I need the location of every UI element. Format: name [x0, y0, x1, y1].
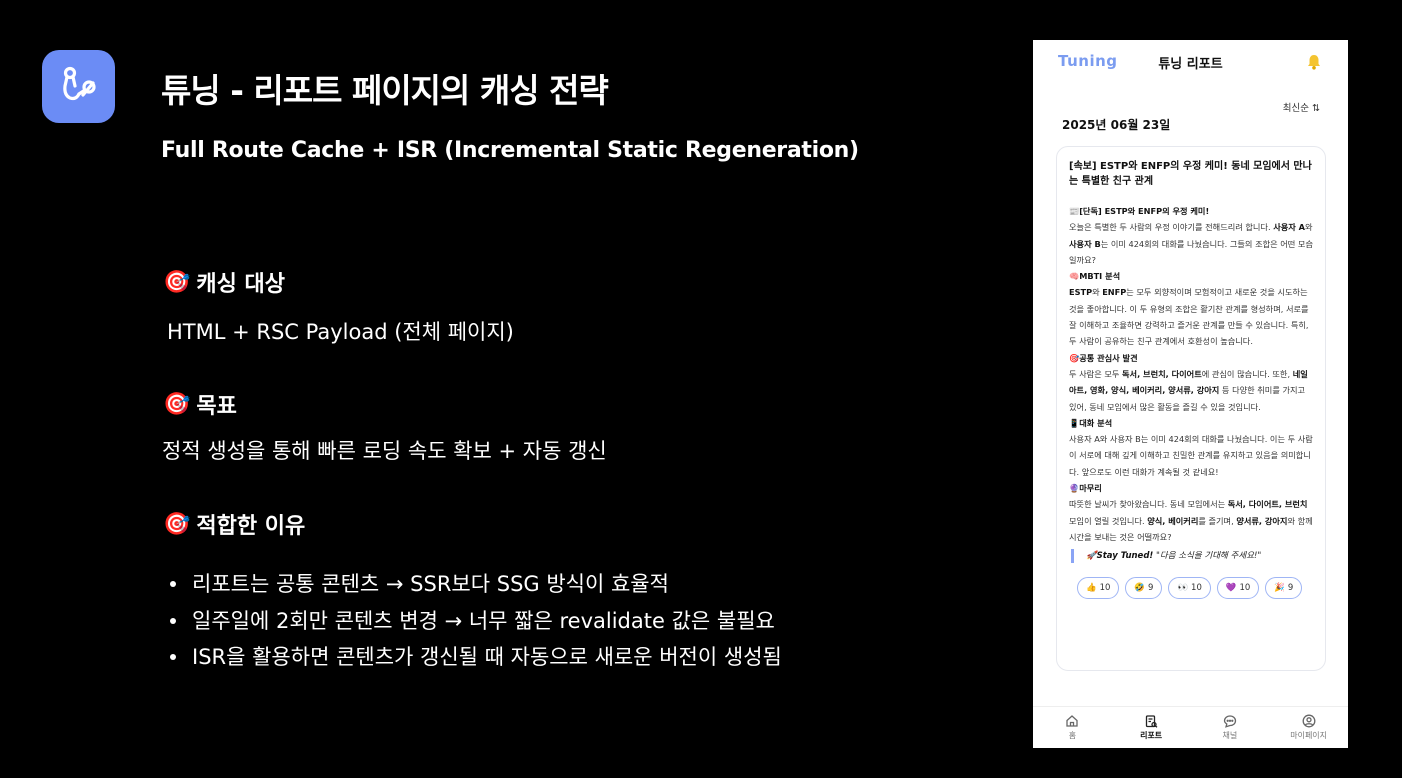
reaction-eyes[interactable]: 👀 10: [1168, 577, 1211, 600]
bell-icon[interactable]: [1307, 54, 1321, 70]
reason-list: 리포트는 공통 콘텐츠 → SSR보다 SSG 방식이 효율적 일주일에 2회만…: [170, 566, 782, 676]
section-text-goal: 정적 생성을 통해 빠른 로딩 속도 확보 + 자동 갱신: [162, 439, 607, 463]
section-heading-goal: 🎯 목표: [163, 391, 237, 420]
home-icon: [1066, 715, 1079, 727]
app-screenshot: Tuning 튜닝 리포트 최신순 ⇅ 2025년 06월 23일 [속보] E…: [1033, 40, 1348, 748]
section-body: 두 사람은 모두 독서, 브런치, 다이어트에 관심이 많습니다. 또한, 네일…: [1069, 368, 1308, 412]
target-icon: 🎯: [163, 511, 191, 537]
list-item: 일주일에 2회만 콘텐츠 변경 → 너무 짧은 revalidate 값은 불필…: [170, 603, 782, 640]
report-icon: [1145, 715, 1158, 728]
list-item: 리포트는 공통 콘텐츠 → SSR보다 SSG 방식이 효율적: [170, 566, 782, 603]
section-text-cache-target: HTML + RSC Payload (전체 페이지): [167, 320, 514, 344]
heart-icon: 💜: [1225, 583, 1237, 594]
section-body: ESTP와 ENFP는 모두 외향적이며 모험적이고 새로운 것을 시도하는 것…: [1069, 287, 1309, 347]
party-icon: 🎉: [1274, 583, 1285, 594]
section-heading: 📱대화 분석: [1069, 417, 1113, 428]
tab-mypage[interactable]: 마이페이지: [1274, 714, 1344, 741]
section-heading: 📰[단독] ESTP와 ENFP의 우정 케미!: [1069, 206, 1210, 216]
thumbs-up-icon: 👍: [1086, 583, 1097, 594]
reaction-thumbs-up[interactable]: 👍 10: [1077, 577, 1120, 600]
user-icon: [1302, 714, 1316, 728]
bottom-tab-bar: 홈 리포트 채널 마이페이지: [1033, 706, 1348, 748]
reaction-bar: 👍 10 🤣 9 👀 10 💜 10 🎉 9: [1069, 577, 1313, 600]
target-icon: 🎯: [163, 391, 191, 417]
section-body: 따뜻한 날씨가 찾아왔습니다. 동네 모임에서는 독서, 다이어트, 브런치 모…: [1069, 499, 1313, 542]
section-body: 사용자 A와 사용자 B는 이미 424회의 대화를 나눴습니다. 이는 두 사…: [1069, 434, 1313, 477]
section-heading: 🔮마무리: [1069, 483, 1102, 494]
target-icon: 🎯: [163, 269, 191, 295]
report-title: [속보] ESTP와 ENFP의 우정 케미! 동네 모임에서 만나는 특별한 …: [1069, 161, 1312, 187]
tab-report[interactable]: 리포트: [1116, 714, 1186, 741]
app-header: Tuning 튜닝 리포트: [1033, 40, 1348, 84]
laugh-icon: 🤣: [1134, 583, 1146, 594]
slide-subtitle: Full Route Cache + ISR (Incremental Stat…: [161, 138, 859, 163]
section-body: 오늘은 특별한 두 사람의 우정 이야기를 전해드리려 합니다. 사용자 A와 …: [1069, 222, 1314, 265]
reaction-heart[interactable]: 💜 10: [1216, 577, 1260, 600]
report-date: 2025년 06월 23일: [1062, 118, 1171, 132]
report-card[interactable]: [속보] ESTP와 ENFP의 우정 케미! 동네 모임에서 만나는 특별한 …: [1056, 146, 1326, 671]
section-heading: 🎯공통 관심사 발견: [1069, 352, 1138, 363]
section-heading-cache-target: 🎯 캐싱 대상: [163, 269, 286, 298]
list-item: ISR을 활용하면 콘텐츠가 갱신될 때 자동으로 새로운 버전이 생성됨: [170, 639, 782, 676]
reaction-laugh[interactable]: 🤣 9: [1125, 577, 1163, 600]
tab-home[interactable]: 홈: [1037, 714, 1107, 741]
closing-quote: 🚀Stay Tuned! "다음 소식을 기대해 주세요!": [1071, 549, 1313, 564]
stethoscope-icon: [62, 66, 96, 100]
tab-channel[interactable]: 채널: [1195, 714, 1265, 741]
chat-icon: [1223, 715, 1237, 728]
sort-toggle[interactable]: 최신순 ⇅: [1283, 100, 1320, 114]
reaction-party[interactable]: 🎉 9: [1265, 577, 1303, 600]
section-heading: 🧠MBTI 분석: [1069, 271, 1121, 282]
eyes-icon: 👀: [1177, 583, 1189, 594]
header-title: 튜닝 리포트: [1158, 57, 1223, 72]
section-heading-reason: 🎯 적합한 이유: [163, 511, 306, 540]
slide-title: 튜닝 - 리포트 페이지의 캐싱 전략: [161, 71, 609, 110]
app-logo: [42, 50, 115, 123]
